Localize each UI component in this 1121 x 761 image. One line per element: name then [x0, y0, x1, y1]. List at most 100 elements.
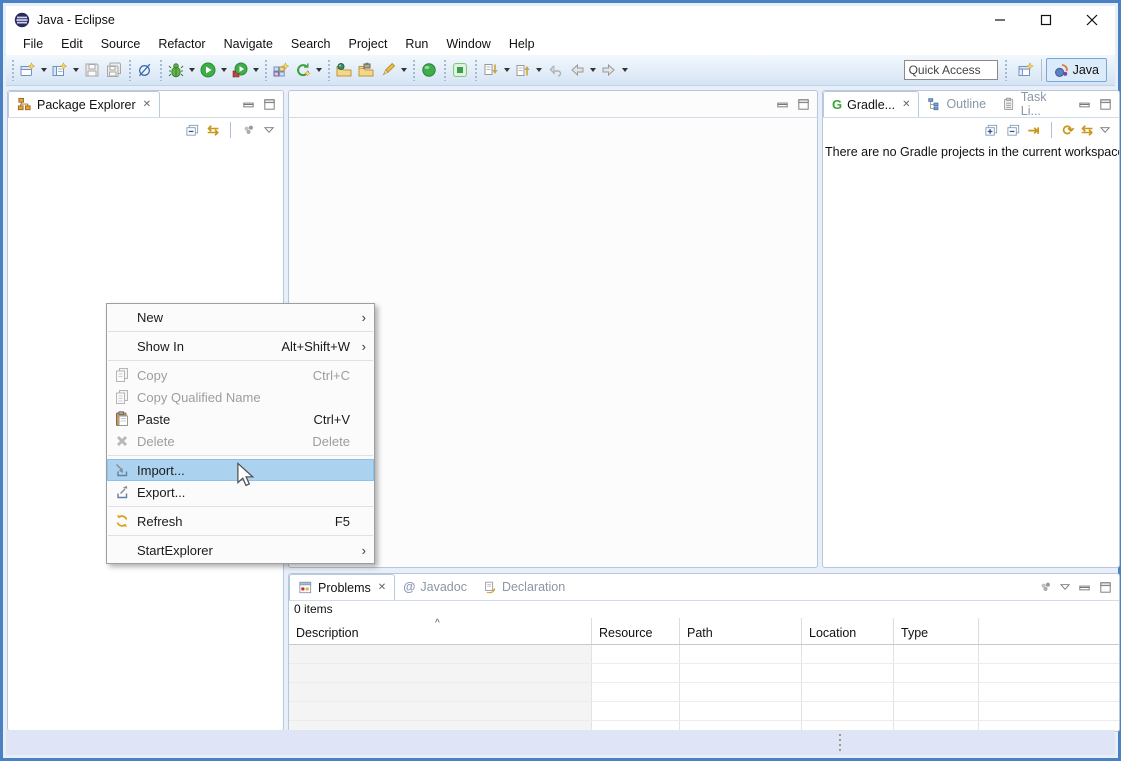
green-square-icon[interactable]	[449, 58, 471, 82]
view-maximize-icon[interactable]	[262, 97, 277, 112]
new-wizard-icon[interactable]	[17, 58, 39, 82]
next-annotation-icon[interactable]	[480, 58, 502, 82]
link-with-editor-icon[interactable]: ⇆	[207, 123, 219, 137]
forward-icon[interactable]	[598, 58, 620, 82]
run-dropdown[interactable]	[219, 58, 229, 82]
view-dropdown-icon[interactable]	[264, 126, 275, 134]
toggle-flat-view-icon[interactable]: ⇥	[1028, 123, 1040, 137]
menu-window[interactable]: Window	[437, 35, 499, 53]
close-icon[interactable]: ✕	[378, 582, 386, 593]
toolbar-divider	[1041, 59, 1042, 81]
previous-annotation-icon[interactable]	[512, 58, 534, 82]
status-drag-handle[interactable]	[839, 734, 841, 751]
debug-icon[interactable]	[165, 58, 187, 82]
debug-dropdown[interactable]	[187, 58, 197, 82]
quick-access-input[interactable]	[904, 60, 998, 80]
back-icon[interactable]	[566, 58, 588, 82]
new-wizard-dropdown[interactable]	[39, 58, 49, 82]
grid-star-icon[interactable]	[270, 58, 292, 82]
tab-outline[interactable]: Outline	[919, 91, 994, 117]
window-maximize-button[interactable]	[1023, 6, 1069, 33]
new-menu-icon[interactable]	[49, 58, 71, 82]
menu-project[interactable]: Project	[340, 35, 397, 53]
open-type-icon[interactable]	[333, 58, 355, 82]
menu-item-paste[interactable]: Paste Ctrl+V	[107, 408, 374, 430]
view-maximize-icon[interactable]	[796, 97, 811, 112]
green-sphere-icon[interactable]	[418, 58, 440, 82]
tab-gradle-tasks[interactable]: G Gradle... ✕	[823, 91, 919, 117]
menu-search[interactable]: Search	[282, 35, 340, 53]
highlighter-dropdown[interactable]	[399, 58, 409, 82]
collapse-all-icon[interactable]	[1006, 123, 1021, 138]
tab-package-explorer[interactable]: Package Explorer ✕	[8, 91, 160, 117]
menu-item-new[interactable]: New ›	[107, 306, 374, 328]
last-edit-location-icon[interactable]	[544, 58, 566, 82]
menu-item-refresh[interactable]: Refresh F5	[107, 510, 374, 532]
view-menu-icon[interactable]	[242, 123, 257, 138]
gradle-icon: G	[832, 97, 842, 112]
column-description[interactable]: Description	[289, 618, 592, 644]
update-icon[interactable]	[292, 58, 314, 82]
view-minimize-icon[interactable]	[241, 97, 256, 112]
open-resource-icon[interactable]	[355, 58, 377, 82]
view-maximize-icon[interactable]	[1098, 580, 1113, 595]
view-dropdown-icon[interactable]	[1100, 126, 1111, 134]
update-dropdown[interactable]	[314, 58, 324, 82]
view-dropdown-icon[interactable]	[1060, 583, 1071, 591]
view-maximize-icon[interactable]	[1098, 97, 1113, 112]
menu-item-show-in[interactable]: Show In Alt+Shift+W ›	[107, 335, 374, 357]
run-icon[interactable]	[197, 58, 219, 82]
column-location[interactable]: Location	[802, 618, 894, 644]
tab-label: Problems	[318, 581, 371, 595]
close-icon[interactable]: ✕	[902, 99, 910, 110]
previous-annotation-dropdown[interactable]	[534, 58, 544, 82]
close-icon[interactable]: ✕	[143, 99, 151, 110]
menu-separator	[108, 455, 373, 456]
view-menu-icon[interactable]	[1039, 580, 1054, 595]
tab-task-list[interactable]: Task Li...	[994, 91, 1077, 117]
window-minimize-button[interactable]	[977, 6, 1023, 33]
menu-navigate[interactable]: Navigate	[215, 35, 282, 53]
eclipse-logo-icon[interactable]	[14, 12, 30, 28]
menu-edit[interactable]: Edit	[52, 35, 92, 53]
back-dropdown[interactable]	[588, 58, 598, 82]
window-close-button[interactable]	[1069, 6, 1115, 33]
mouse-cursor	[236, 462, 260, 488]
menu-file[interactable]: File	[14, 35, 52, 53]
forward-dropdown[interactable]	[620, 58, 630, 82]
view-minimize-icon[interactable]	[775, 97, 790, 112]
highlighter-icon[interactable]	[377, 58, 399, 82]
tab-declaration[interactable]: Declaration	[475, 574, 573, 600]
menu-help[interactable]: Help	[500, 35, 544, 53]
java-perspective-icon	[1054, 63, 1069, 78]
column-resource[interactable]: Resource	[592, 618, 680, 644]
java-perspective-label: Java	[1073, 63, 1099, 77]
next-annotation-dropdown[interactable]	[502, 58, 512, 82]
window-title: Java - Eclipse	[37, 13, 115, 27]
coverage-icon[interactable]	[229, 58, 251, 82]
menu-item-startexplorer[interactable]: StartExplorer ›	[107, 539, 374, 561]
tab-javadoc[interactable]: @ Javadoc	[395, 574, 475, 600]
open-perspective-icon[interactable]	[1015, 58, 1037, 82]
view-minimize-icon[interactable]	[1077, 580, 1092, 595]
skip-breakpoints-icon[interactable]	[134, 58, 156, 82]
new-menu-dropdown[interactable]	[71, 58, 81, 82]
menu-source[interactable]: Source	[92, 35, 150, 53]
column-spacer	[979, 618, 1119, 644]
paste-icon	[107, 411, 137, 427]
tab-problems[interactable]: Problems ✕	[289, 574, 395, 600]
toolbar-separator	[326, 59, 331, 81]
link-with-selection-icon[interactable]: ⇆	[1081, 123, 1093, 137]
menu-refactor[interactable]: Refactor	[149, 35, 214, 53]
java-perspective-button[interactable]: Java	[1046, 58, 1107, 82]
coverage-dropdown[interactable]	[251, 58, 261, 82]
menu-item-delete: Delete Delete	[107, 430, 374, 452]
refresh-gradle-icon[interactable]: ⟳	[1063, 123, 1075, 137]
view-toolbar-divider	[230, 122, 231, 138]
column-type[interactable]: Type	[894, 618, 979, 644]
column-path[interactable]: Path	[680, 618, 802, 644]
expand-all-icon[interactable]	[984, 123, 999, 138]
menu-run[interactable]: Run	[396, 35, 437, 53]
collapse-all-icon[interactable]	[185, 123, 200, 138]
view-minimize-icon[interactable]	[1077, 97, 1092, 112]
